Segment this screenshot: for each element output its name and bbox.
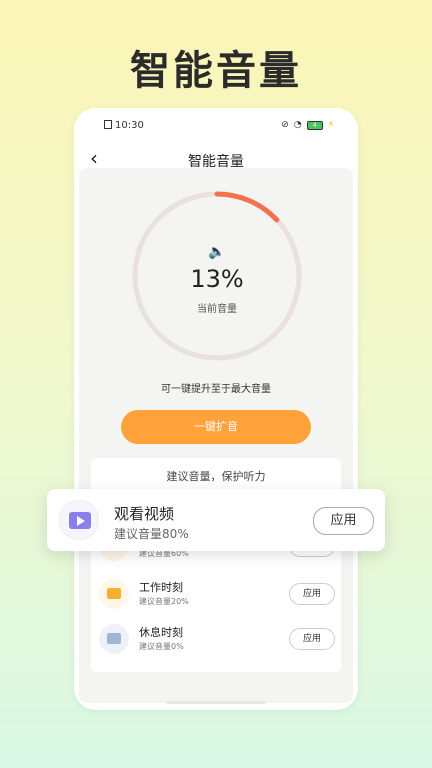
suggest-title: 建议音量，保护听力 [166,470,266,483]
list-item-sub: 建议音量20% [139,597,189,606]
speaker-icon: 🔈 [208,244,226,260]
status-time: 10:30 [115,120,144,131]
highlighted-list-item: 观看视频 建议音量80% 应用 [47,489,385,551]
monitor-icon [99,579,129,609]
apply-button[interactable]: 应用 [289,628,335,650]
boost-hint: 可一键提升至于最大音量 [161,384,271,395]
main-content: 🔈 13% 当前音量 可一键提升至于最大音量 一键扩音 建议音量，保护听力 建议… [79,168,353,703]
list-item: 休息时刻 建议音量0% 应用 [99,621,335,657]
promo-headline: 智能音量 [130,48,302,94]
status-icons: ⊘ ◔ 4 ⚡ [281,120,334,130]
list-item: 工作时刻 建议音量20% 应用 [99,576,335,612]
volume-ring: 🔈 13% 当前音量 [129,188,305,364]
battery-icon: 4 [306,120,323,130]
list-item-name: 休息时刻 [139,626,183,639]
bed-icon [99,624,129,654]
charging-icon: ⚡ [327,120,334,130]
list-item-name: 工作时刻 [139,581,183,594]
apply-button[interactable]: 应用 [289,583,335,605]
popup-apply-button[interactable]: 应用 [313,507,374,535]
list-item-sub: 建议音量0% [139,642,184,651]
boost-button[interactable]: 一键扩音 [121,410,311,444]
alarm-off-icon: ⊘ [281,120,289,130]
volume-label: 当前音量 [197,304,237,315]
phone-frame: 10:30 ⊘ ◔ 4 ⚡ ‹ 智能音量 🔈 13% 当前音量 可一键提升至于最… [74,108,358,710]
sim-icon [104,120,112,129]
home-indicator [166,701,266,704]
popup-item-sub: 建议音量80% [114,527,189,541]
video-icon [59,500,99,540]
popup-item-name: 观看视频 [114,505,175,523]
wifi-icon: ◔ [293,120,302,130]
status-bar: 10:30 ⊘ ◔ 4 ⚡ [74,108,358,142]
volume-percent: 13% [190,265,244,293]
